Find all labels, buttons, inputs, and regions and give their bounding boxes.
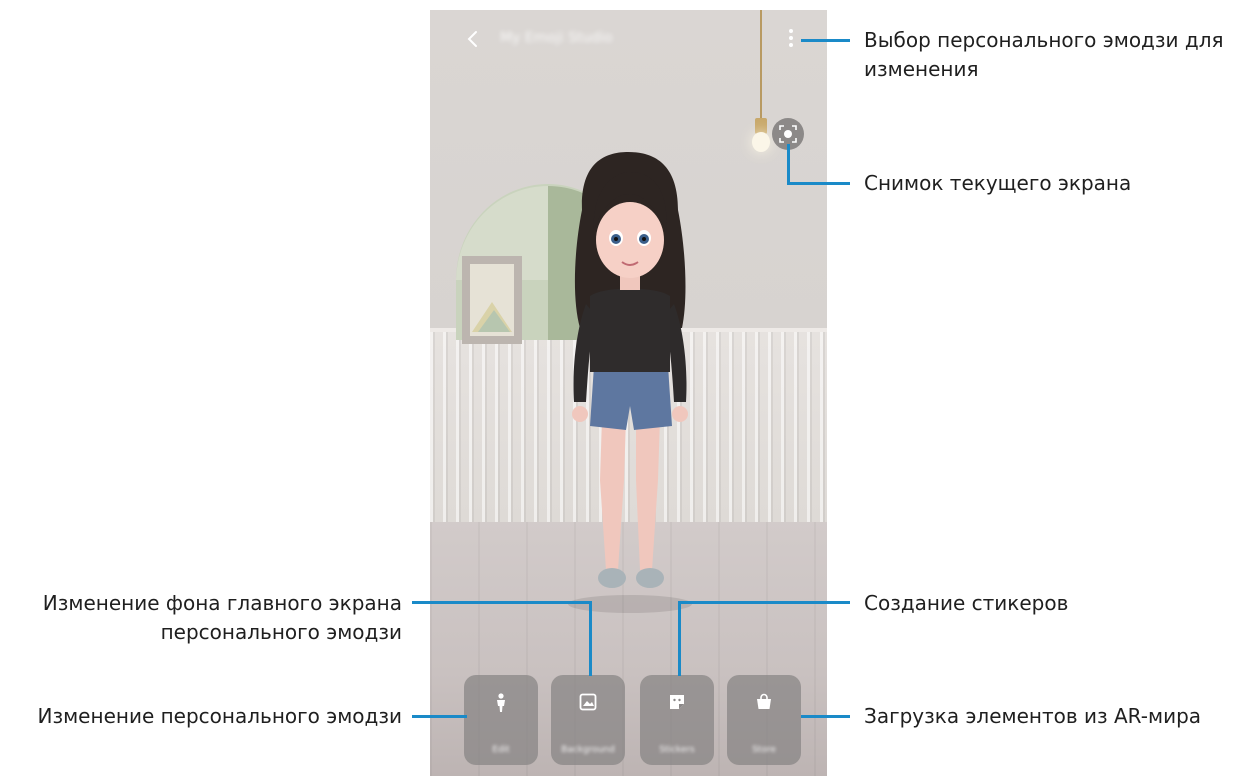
callout-line-capture-v	[787, 144, 790, 185]
callout-background: Изменение фона главного экрана персональ…	[10, 589, 402, 647]
back-button[interactable]	[460, 26, 486, 52]
callout-capture: Снимок текущего экрана	[864, 171, 1132, 195]
callout-line-background-h	[412, 601, 592, 604]
callout-line-background-v	[589, 601, 592, 676]
callout-download: Загрузка элементов из AR-мира	[864, 704, 1202, 728]
callout-select-emoji: Выбор персонального эмодзи для изменения	[864, 26, 1224, 84]
emoji-studio-screen: My Emoji Studio Edit Background Stickers…	[430, 10, 827, 776]
image-icon	[551, 693, 625, 715]
stickers-label: Stickers	[659, 745, 695, 755]
callout-line-capture-h	[787, 182, 850, 185]
callout-line-edit	[412, 715, 467, 718]
callout-line-stickers-h	[678, 601, 850, 604]
callout-line-stickers-v	[678, 601, 681, 676]
top-bar: My Emoji Studio	[430, 10, 827, 70]
callout-stickers: Создание стикеров	[864, 591, 1069, 615]
shopping-bag-icon	[727, 693, 801, 715]
callout-edit: Изменение персонального эмодзи	[37, 704, 403, 728]
app-title: My Emoji Studio	[500, 30, 613, 46]
callout-background-line2: персонального эмодзи	[160, 620, 402, 644]
sticker-icon	[640, 693, 714, 715]
more-vertical-icon	[784, 29, 798, 47]
person-icon	[464, 693, 538, 715]
edit-emoji-button[interactable]: Edit	[464, 675, 538, 765]
callout-line-download	[801, 715, 850, 718]
callout-select-emoji-line1: Выбор персонального эмодзи для	[864, 28, 1224, 52]
store-label: Store	[752, 745, 776, 755]
callout-select-emoji-line2: изменения	[864, 57, 979, 81]
background-button[interactable]: Background	[551, 675, 625, 765]
callout-line-more	[801, 39, 850, 42]
edit-label: Edit	[492, 745, 510, 755]
store-button[interactable]: Store	[727, 675, 801, 765]
capture-screen-icon	[779, 125, 797, 143]
stickers-button[interactable]: Stickers	[640, 675, 714, 765]
avatar-figure	[568, 152, 692, 613]
chevron-left-icon	[467, 31, 477, 47]
background-label: Background	[561, 745, 615, 755]
more-options-button[interactable]	[784, 26, 798, 54]
callout-background-line1: Изменение фона главного экрана	[42, 591, 402, 615]
